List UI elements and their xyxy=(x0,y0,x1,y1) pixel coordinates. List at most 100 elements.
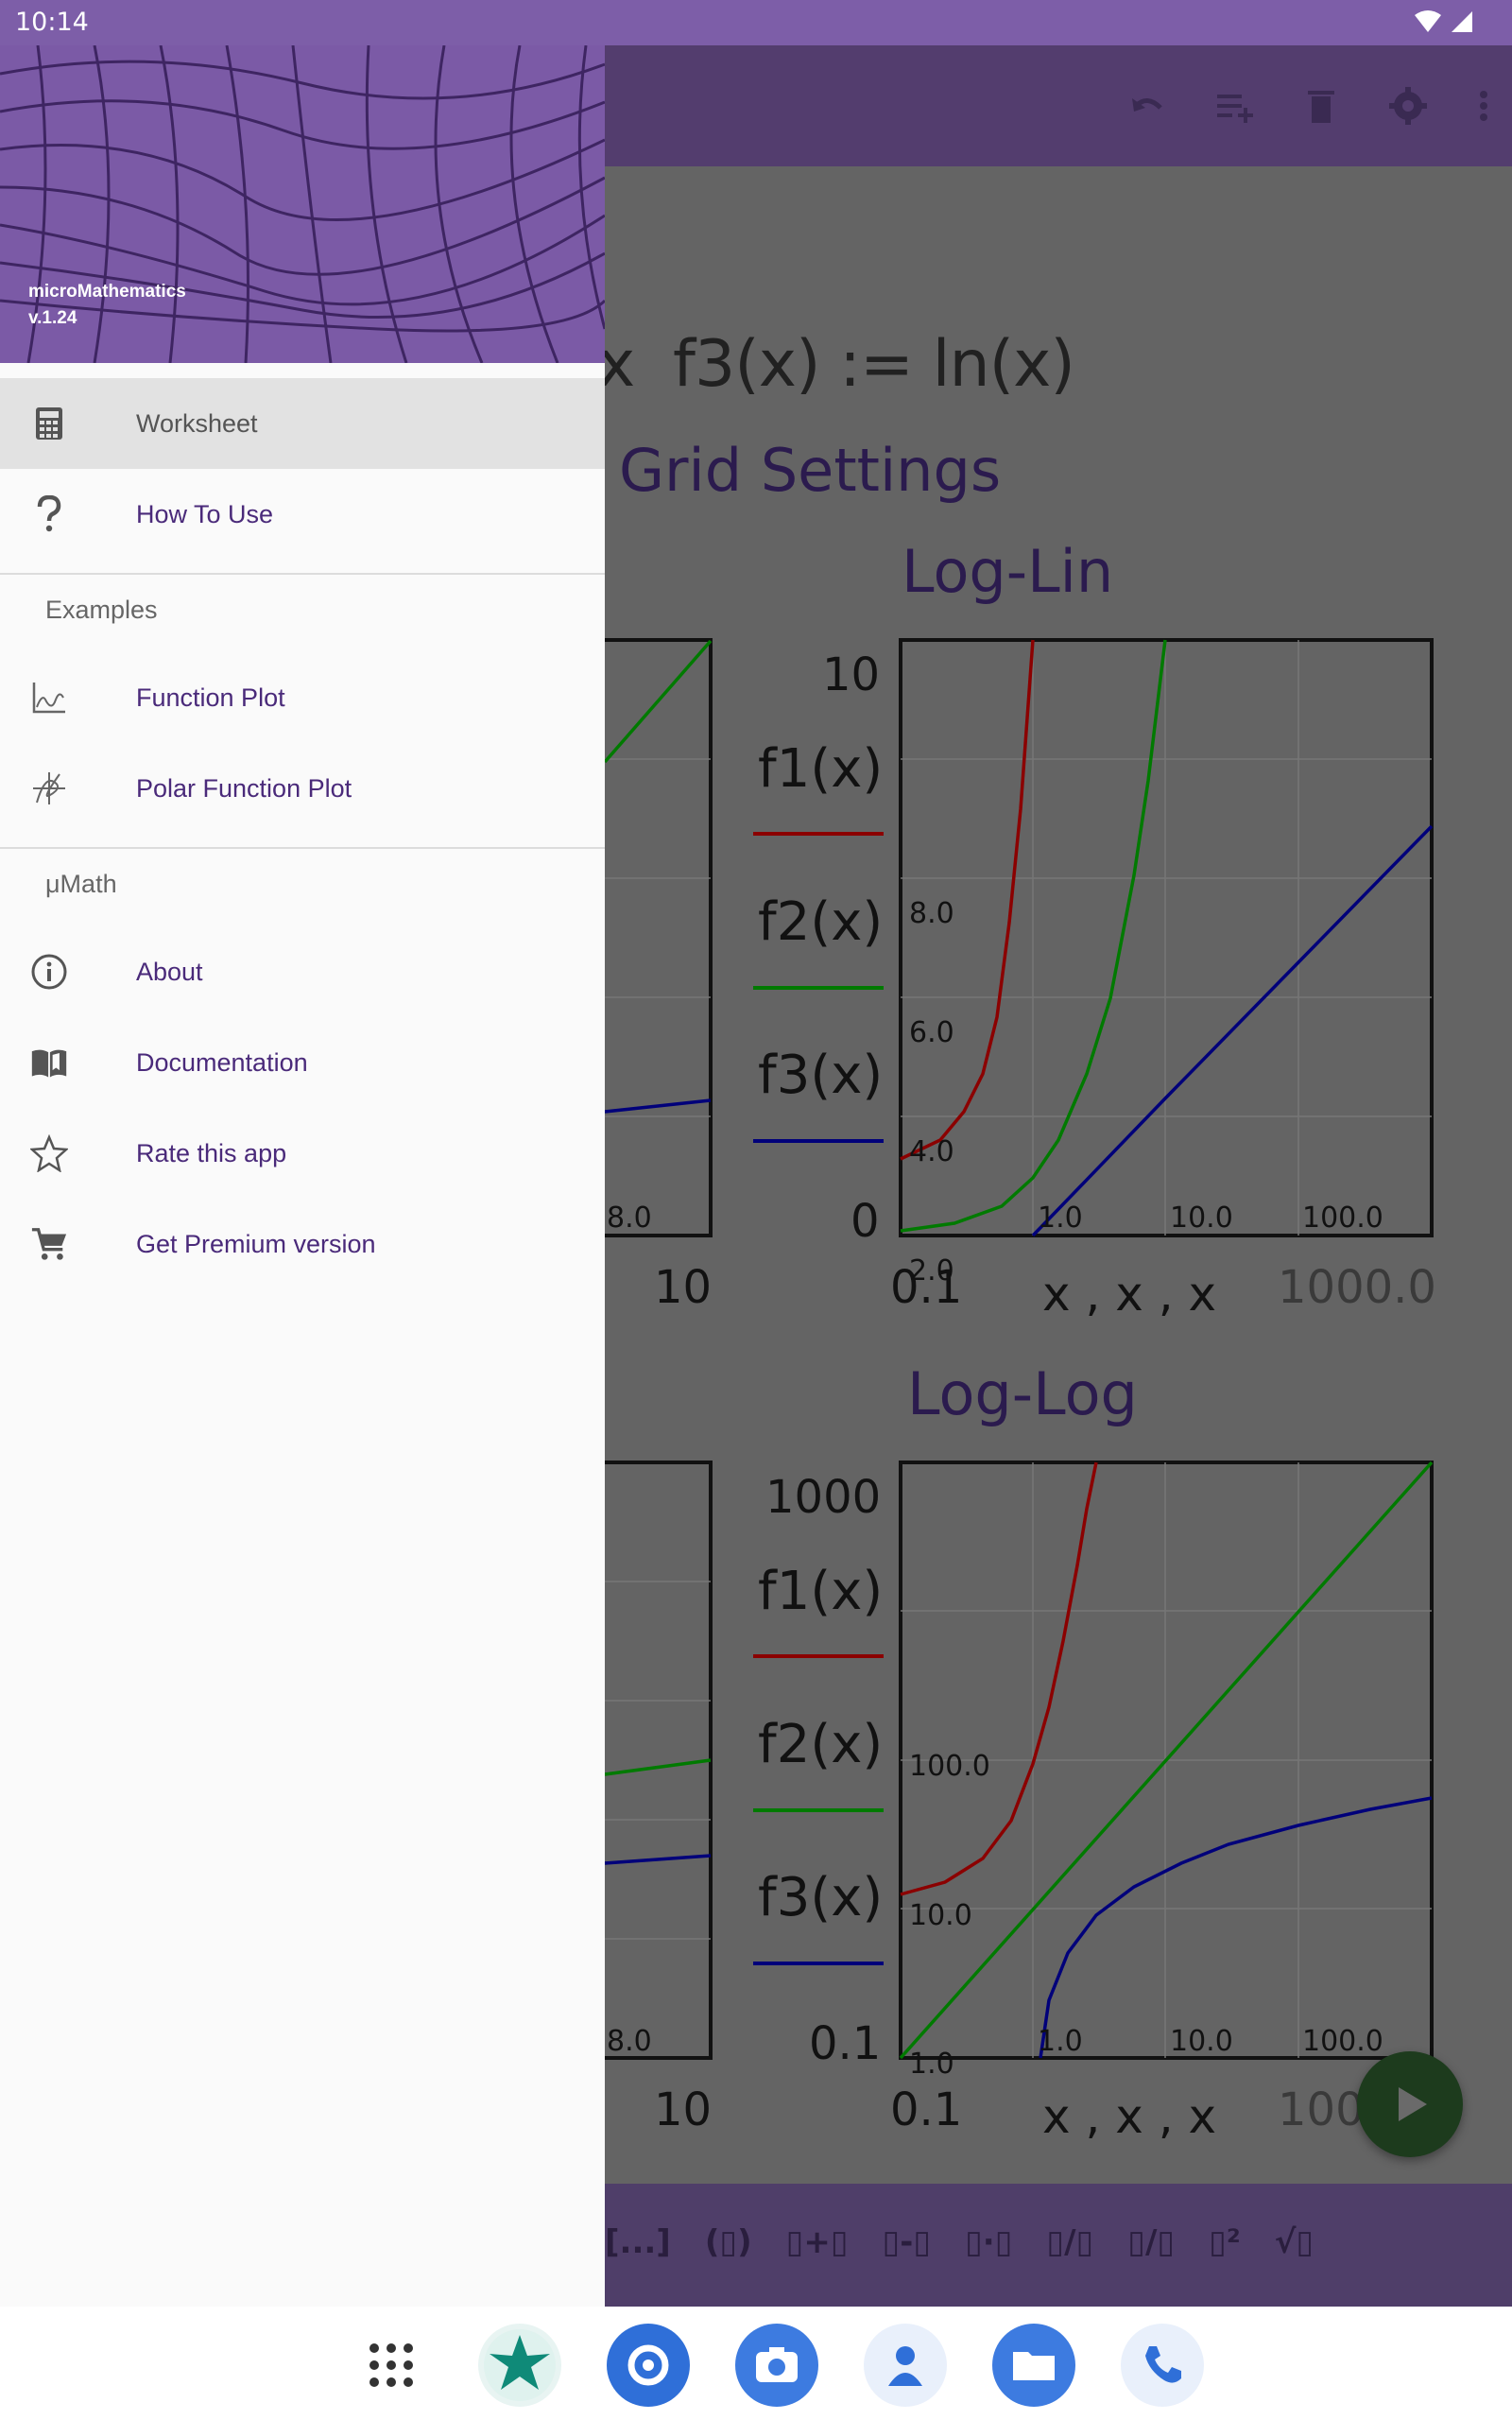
drawer-item-about[interactable]: About xyxy=(0,926,605,1017)
add-row-icon[interactable] xyxy=(1213,85,1255,127)
plot-frame xyxy=(899,638,1434,1237)
x-axis-label: x , x , x xyxy=(1042,1267,1216,1322)
x-right-label: 1000.0 xyxy=(1278,1261,1436,1314)
palette-item[interactable]: ▯·▯ xyxy=(965,2223,1012,2261)
camera-app-icon[interactable] xyxy=(735,2324,818,2407)
wifi-icon xyxy=(1415,10,1441,32)
status-bar: 10:14 xyxy=(0,0,1512,45)
settings-app-icon[interactable] xyxy=(607,2324,690,2407)
more-options-icon[interactable] xyxy=(1474,85,1493,127)
phone-app-icon[interactable] xyxy=(1121,2324,1204,2407)
drawer-item-function-plot[interactable]: Function Plot xyxy=(0,652,605,743)
series-f1 xyxy=(900,1461,1098,1896)
x-right-label: 100 xyxy=(1278,2083,1365,2136)
section-header: Examples xyxy=(45,596,158,624)
polar-plot-icon xyxy=(30,769,68,807)
y-tick: 1.0 xyxy=(909,2048,954,2081)
x-left-label: 0.1 xyxy=(890,2083,962,2136)
palette-item[interactable]: ▯² xyxy=(1209,2223,1241,2261)
folder-icon xyxy=(1013,2352,1055,2380)
drawer-item-label: Rate this app xyxy=(136,1138,287,1167)
plot-loglin[interactable]: 8.0 10 8.0 6.0 4.0 2.0 1.0 10.0 100.0 10… xyxy=(527,638,1436,1322)
drawer-item-get-premium[interactable]: Get Premium version xyxy=(0,1199,605,1289)
star-icon xyxy=(30,1134,68,1172)
app-version: v.1.24 xyxy=(28,308,77,328)
legend-f3: f3(x) xyxy=(758,1867,883,1928)
app-drawer-button[interactable] xyxy=(350,2324,433,2407)
palette-item[interactable]: ▯/▯ xyxy=(1046,2223,1093,2261)
apps-grid-icon xyxy=(369,2343,413,2387)
navigation-drawer: microMathematics v.1.24 Worksheet How To… xyxy=(0,45,605,2307)
x-tick: 1.0 xyxy=(1038,1201,1083,1235)
star-burst-icon xyxy=(484,2329,556,2401)
mathematics-app-icon[interactable] xyxy=(478,2324,561,2407)
fragment-tick: 8.0 xyxy=(607,1201,652,1235)
palette-items: [...] (▯) ▯+▯ ▯-▯ ▯·▯ ▯/▯ ▯/▯ ▯² √▯ xyxy=(605,2223,1314,2261)
drawer-item-documentation[interactable]: Documentation xyxy=(0,1017,605,1108)
x-tick: 100.0 xyxy=(1302,1201,1383,1235)
fragment-f3-line xyxy=(604,1098,712,1114)
drawer-list: Worksheet How To Use Examples Function P… xyxy=(0,378,605,1289)
legend-f1: f1(x) xyxy=(758,1561,883,1622)
series-f3 xyxy=(1031,824,1434,1237)
fragment-f2-line xyxy=(604,1758,712,1776)
function-plot-icon xyxy=(30,679,68,717)
x-axis-label: x , x , x xyxy=(1042,2089,1216,2144)
drawer-item-label: About xyxy=(136,957,203,986)
y-tick: 4.0 xyxy=(909,1135,954,1168)
drawer-item-label: Polar Function Plot xyxy=(136,773,352,803)
drawer-item-label: How To Use xyxy=(136,499,274,528)
x-tick: 10.0 xyxy=(1170,1201,1233,1235)
delete-icon[interactable] xyxy=(1300,85,1342,127)
fragment-f3-line xyxy=(604,1854,712,1865)
plot-loglog[interactable]: 8.0 10 100.0 10.0 1.0 1.0 10.0 100.0 100… xyxy=(527,1461,1434,2144)
undo-icon[interactable] xyxy=(1126,85,1168,127)
camera-icon xyxy=(756,2347,798,2382)
settings-icon[interactable] xyxy=(1387,85,1429,127)
app-bar-actions xyxy=(1126,85,1493,127)
x-tick: 100.0 xyxy=(1302,2025,1383,2058)
drawer-section-examples: Examples xyxy=(0,575,605,652)
drawer-header: microMathematics v.1.24 xyxy=(0,45,605,363)
contacts-app-icon[interactable] xyxy=(864,2324,947,2407)
drawer-item-label: Get Premium version xyxy=(136,1229,376,1258)
drawer-item-polar-function-plot[interactable]: Polar Function Plot xyxy=(0,743,605,834)
wireframe-surface-illustration xyxy=(0,45,605,363)
run-button[interactable] xyxy=(1357,2051,1463,2157)
palette-item[interactable]: ▯+▯ xyxy=(786,2223,849,2261)
calculator-icon xyxy=(30,405,68,442)
gear-icon xyxy=(627,2344,669,2386)
x-tick: 1.0 xyxy=(1038,2025,1083,2058)
x-tick: 10.0 xyxy=(1170,2025,1233,2058)
section-header: μMath xyxy=(45,870,117,898)
drawer-item-worksheet[interactable]: Worksheet xyxy=(0,378,605,469)
y-tick: 8.0 xyxy=(909,897,954,930)
legend-f3: f3(x) xyxy=(758,1045,883,1106)
legend-f2: f2(x) xyxy=(758,891,883,953)
palette-item[interactable]: ▯/▯ xyxy=(1127,2223,1175,2261)
drawer-item-how-to-use[interactable]: How To Use xyxy=(0,469,605,560)
palette-item[interactable]: √▯ xyxy=(1275,2223,1314,2261)
cart-icon xyxy=(30,1225,68,1263)
palette-item[interactable]: ▯-▯ xyxy=(883,2223,932,2261)
y-bottom-label: 0.1 xyxy=(809,2017,881,2070)
fragment-f2-line xyxy=(603,639,713,764)
x-left-label: 0.1 xyxy=(890,1261,962,1314)
drawer-item-label: Documentation xyxy=(136,1047,308,1077)
y-top-label: 10 xyxy=(822,648,880,701)
drawer-item-rate-app[interactable]: Rate this app xyxy=(0,1108,605,1199)
grid xyxy=(901,640,1432,1236)
signal-icon xyxy=(1452,11,1472,32)
phone-icon xyxy=(1145,2346,1181,2383)
drawer-section-umath: μMath xyxy=(0,849,605,926)
y-top-label: 1000 xyxy=(765,1471,881,1524)
files-app-icon[interactable] xyxy=(992,2324,1075,2407)
fragment-x-right: 10 xyxy=(654,1261,712,1314)
info-icon xyxy=(30,953,68,991)
drawer-item-label: Worksheet xyxy=(136,408,258,438)
fragment-x-right: 10 xyxy=(654,2083,712,2136)
y-bottom-label: 0 xyxy=(850,1195,880,1248)
status-time: 10:14 xyxy=(15,8,89,37)
palette-item[interactable]: [...] xyxy=(605,2223,671,2261)
palette-item[interactable]: (▯) xyxy=(705,2223,752,2261)
